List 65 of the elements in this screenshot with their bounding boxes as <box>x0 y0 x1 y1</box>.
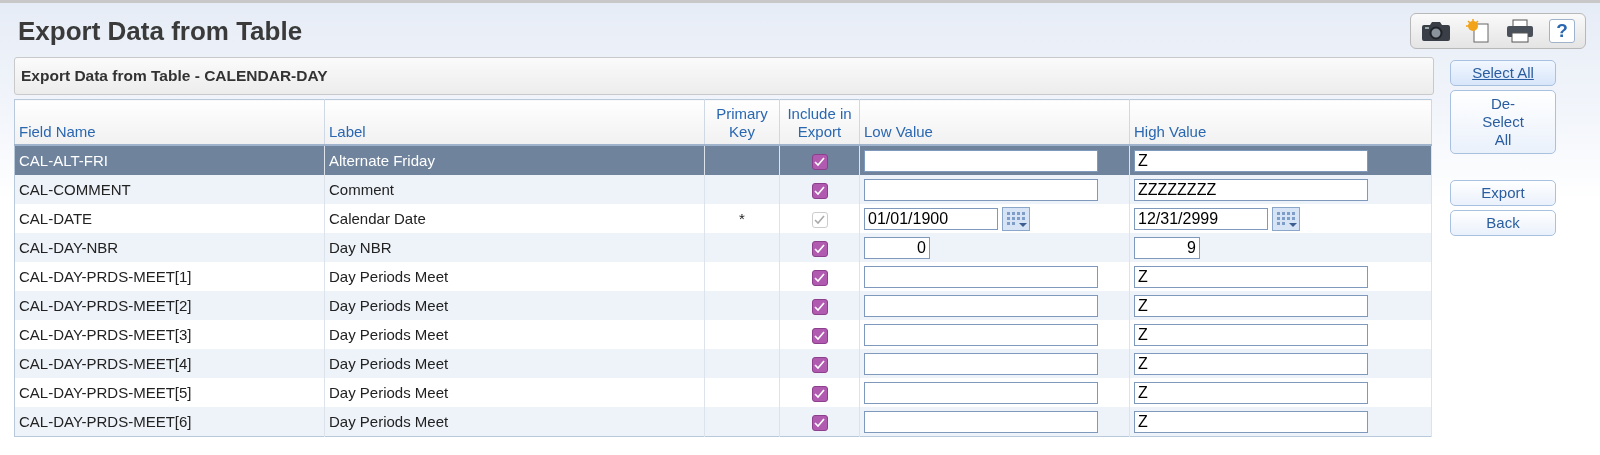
high-value-field[interactable]: Z <box>1134 381 1368 404</box>
action-button[interactable]: Back <box>1450 210 1556 236</box>
include-checkbox[interactable] <box>811 182 828 199</box>
high-value-field[interactable]: Z <box>1134 323 1368 346</box>
include-checkbox[interactable] <box>811 327 828 344</box>
include-checkbox[interactable] <box>811 240 828 257</box>
label-cell: Day NBR <box>324 233 705 262</box>
printer-icon[interactable] <box>1505 18 1535 44</box>
high-value-field[interactable]: Z <box>1134 410 1368 433</box>
high-value-field[interactable]: 9 <box>1134 236 1200 259</box>
high-value-field[interactable]: Z <box>1134 294 1368 317</box>
field-name-cell: CAL-DAY-PRDS-MEET[2] <box>14 291 325 320</box>
label-cell: Day Periods Meet <box>324 349 705 378</box>
page-title: Export Data from Table <box>18 15 303 47</box>
include-checkbox[interactable] <box>811 269 828 286</box>
panel-title: Export Data from Table - CALENDAR-DAY <box>14 57 1434 95</box>
calendar-icon[interactable] <box>1272 206 1300 231</box>
field-name-cell: CAL-DAY-PRDS-MEET[6] <box>14 407 325 437</box>
help-button[interactable]: ? <box>1549 19 1575 43</box>
column-header: Low Value <box>859 99 1130 145</box>
field-name-cell: CAL-DAY-NBR <box>14 233 325 262</box>
include-checkbox[interactable] <box>811 414 828 431</box>
field-name-cell: CAL-DAY-PRDS-MEET[4] <box>14 349 325 378</box>
label-cell: Alternate Friday <box>324 145 705 175</box>
high-value-field[interactable]: Z <box>1134 352 1368 375</box>
low-value-field[interactable] <box>864 178 1098 201</box>
low-value-field[interactable] <box>864 323 1098 346</box>
label-cell: Comment <box>324 175 705 204</box>
low-value-field[interactable] <box>864 149 1098 172</box>
label-cell: Day Periods Meet <box>324 407 705 437</box>
low-value-field[interactable] <box>864 265 1098 288</box>
action-button[interactable]: De-Select All <box>1450 90 1556 154</box>
action-button[interactable]: Export <box>1450 180 1556 206</box>
high-value-field[interactable]: 12/31/2999 <box>1134 207 1268 230</box>
include-checkbox[interactable] <box>811 298 828 315</box>
table-row[interactable]: CAL-DAY-PRDS-MEET[2] Day Periods Meet Z <box>14 291 1432 320</box>
document-icon[interactable] <box>1465 18 1491 44</box>
low-value-field[interactable] <box>864 381 1098 404</box>
field-name-cell: CAL-COMMENT <box>14 175 325 204</box>
column-header: Primary Key <box>704 99 780 145</box>
column-header: High Value <box>1129 99 1432 145</box>
high-value-field[interactable]: Z <box>1134 149 1368 172</box>
column-header: Include in Export <box>779 99 860 145</box>
label-cell: Day Periods Meet <box>324 291 705 320</box>
include-checkbox[interactable] <box>811 385 828 402</box>
high-value-field[interactable]: Z <box>1134 265 1368 288</box>
table-row[interactable]: CAL-COMMENT Comment ZZZZZZZZ <box>14 175 1432 204</box>
low-value-field[interactable] <box>864 294 1098 317</box>
low-value-field[interactable]: 0 <box>864 236 930 259</box>
low-value-field[interactable] <box>864 410 1098 433</box>
table-row[interactable]: CAL-DAY-NBR Day NBR 0 9 <box>14 233 1432 262</box>
table-row[interactable]: CAL-ALT-FRI Alternate Friday Z <box>14 145 1432 175</box>
high-value-field[interactable]: ZZZZZZZZ <box>1134 178 1368 201</box>
low-value-field[interactable]: 01/01/1900 <box>864 207 998 230</box>
low-value-field[interactable] <box>864 352 1098 375</box>
select-all-link[interactable]: Select All <box>1450 60 1556 86</box>
include-checkbox[interactable] <box>811 153 828 170</box>
field-name-cell: CAL-ALT-FRI <box>14 145 325 175</box>
table-row[interactable]: CAL-DAY-PRDS-MEET[4] Day Periods Meet Z <box>14 349 1432 378</box>
include-checkbox[interactable] <box>811 356 828 373</box>
table-row[interactable]: CAL-DAY-PRDS-MEET[6] Day Periods Meet Z <box>14 407 1432 437</box>
calendar-icon[interactable] <box>1002 206 1030 231</box>
column-header: Field Name <box>14 99 325 145</box>
camera-icon[interactable] <box>1421 20 1451 42</box>
column-header: Label <box>324 99 705 145</box>
